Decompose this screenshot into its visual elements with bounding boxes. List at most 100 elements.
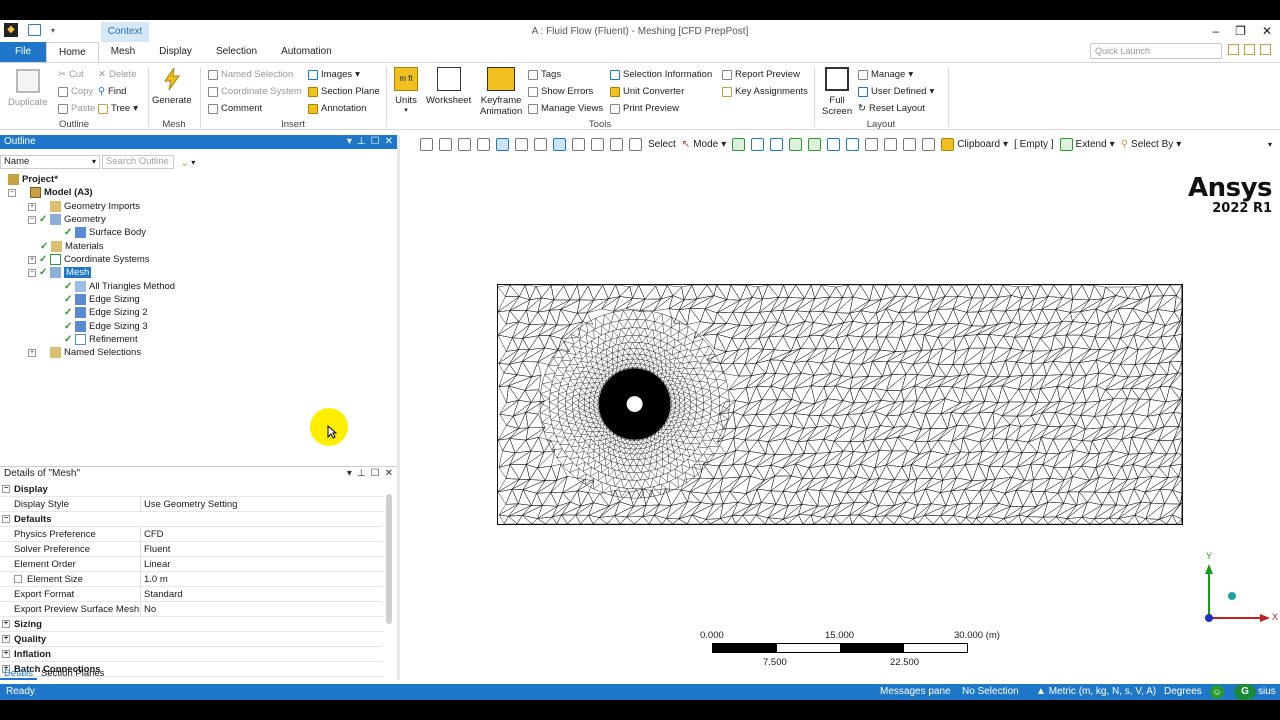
search-outline-input[interactable]: Search Outline [102,155,174,169]
tab-section-planes[interactable]: Section Planes [37,667,108,680]
face-select-icon[interactable] [770,137,784,151]
details-value[interactable]: Use Geometry Setting [141,499,237,510]
keyframe-animation-button[interactable]: Keyframe Animation [480,67,522,117]
feedback-icon[interactable] [1260,44,1271,55]
extend-button[interactable]: Extend ▾ [1059,137,1115,151]
details-row[interactable]: Solver Preference Fluent [0,541,383,557]
details-scrollbar[interactable] [386,494,392,624]
tree-node-geometry[interactable]: − ✓ Geometry [28,213,106,226]
comment-button[interactable]: Comment [208,103,262,114]
tree-node-materials[interactable]: ✓ Materials [40,240,104,253]
details-value[interactable]: No [141,604,156,615]
details-value[interactable]: CFD [141,529,164,540]
tab-mesh[interactable]: Mesh [99,42,147,62]
collapse-icon[interactable]: − [2,485,10,493]
tree-node-edge-sizing-3[interactable]: ✓ Edge Sizing 3 [64,320,148,333]
zoom-icon[interactable] [420,137,433,151]
units-status[interactable]: ▲ Metric (m, kg, N, s, V, A) [1036,684,1156,700]
section-plane-button[interactable]: Section Plane [308,86,380,97]
tree-node-model[interactable]: − Model (A3) [8,186,93,199]
generate-button[interactable]: Generate [152,67,192,106]
filter-icon[interactable]: ⌄ [180,156,189,169]
collapse-icon[interactable]: − [2,515,10,523]
pin-icon[interactable]: ⊥ [357,467,366,481]
report-preview-button[interactable]: Report Preview [722,69,800,80]
paste-button[interactable]: Paste [58,103,95,114]
tree-node-edge-sizing-2[interactable]: ✓ Edge Sizing 2 [64,306,148,319]
messages-pane-button[interactable]: Messages pane [880,684,951,700]
worksheet-button[interactable]: Worksheet [426,67,471,106]
details-value[interactable]: Standard [141,589,183,600]
details-value[interactable]: Linear [141,559,170,570]
tab-display[interactable]: Display [147,42,204,62]
zoom-out-icon[interactable] [439,137,452,151]
snap-icon[interactable] [903,137,917,151]
tree-button[interactable]: Tree ▾ [98,103,138,114]
details-row[interactable]: Export Preview Surface Mesh No [0,601,383,617]
pan-icon[interactable] [553,137,566,151]
filter-options-icon[interactable]: ▾ [191,158,195,167]
tree-node-mesh[interactable]: − ✓ Mesh [28,266,92,279]
select-by-button[interactable]: ⚲ Select By ▾ [1121,139,1182,150]
cut-button[interactable]: ✂ Cut [58,69,84,80]
user-defined-button[interactable]: User Defined ▾ [858,86,934,97]
select-button[interactable]: Select [648,139,676,150]
tab-file[interactable]: File [0,42,46,62]
units-button[interactable]: m ft Units ▾ [394,67,418,114]
full-screen-button[interactable]: Full Screen [822,67,852,117]
show-errors-button[interactable]: Show Errors [528,86,593,97]
reset-layout-button[interactable]: ↻ Reset Layout [858,103,925,114]
name-filter-select[interactable]: Name ▾ [0,155,100,169]
expand-icon[interactable]: + [2,620,10,628]
annotation-button[interactable]: Annotation [308,103,366,114]
tree-node-surface-body[interactable]: ✓ Surface Body [64,226,146,239]
minimize-icon[interactable]: – [1212,24,1219,38]
details-value[interactable]: Fluent [141,544,170,555]
expand-icon[interactable]: + [2,650,10,658]
manage-views-button[interactable]: Manage Views [528,103,603,114]
details-row[interactable]: Export Format Standard [0,586,383,602]
pin-icon[interactable]: ⊥ [357,135,366,149]
mesh-viewport[interactable] [497,284,1183,525]
edge-select-icon[interactable] [751,137,765,151]
tab-home[interactable]: Home [46,42,99,62]
details-row[interactable]: Display Style Use Geometry Setting [0,496,383,512]
rotate-icon[interactable] [534,137,547,151]
collapse-icon[interactable]: − [28,268,36,277]
details-category[interactable]: + Quality [0,632,383,647]
selection-information-button[interactable]: Selection Information [610,69,712,80]
tree-node-geometry-imports[interactable]: + Geometry Imports [28,200,140,213]
tree-node-all-triangles-method[interactable]: ✓ All Triangles Method [64,280,175,293]
element-size-checkbox[interactable] [14,574,22,583]
maximize-icon[interactable]: ☐ [371,467,380,481]
expand-icon[interactable]: + [28,202,36,211]
clipboard-button[interactable]: Clipboard ▾ [941,137,1008,151]
key-assignments-button[interactable]: Key Assignments [722,86,808,97]
tab-automation[interactable]: Automation [269,42,344,62]
mode-button[interactable]: ↖ Mode ▾ [682,139,726,150]
close-icon[interactable]: ✕ [1262,24,1272,38]
sparkle-icon[interactable] [884,137,898,151]
tab-selection[interactable]: Selection [204,42,269,62]
expand-icon[interactable]: + [28,348,36,357]
copy-button[interactable]: Copy [58,86,93,97]
close-icon[interactable]: ✕ [385,135,393,149]
collapse-icon[interactable]: − [8,188,16,197]
grammarly-icon[interactable]: G [1234,684,1256,700]
restore-icon[interactable]: ❐ [1235,24,1246,38]
details-category[interactable]: + Inflation [0,647,383,662]
maximize-icon[interactable]: ☐ [371,135,380,149]
tree-node-refinement[interactable]: ✓ Refinement [64,333,138,346]
duplicate-button[interactable]: Duplicate [8,69,48,108]
collapse-ribbon-icon[interactable] [1228,44,1239,55]
body-select-icon[interactable] [789,137,803,151]
expand-selection-icon[interactable] [922,137,936,151]
dropdown-icon[interactable]: ▾ [347,135,352,149]
magnifier-icon[interactable] [629,137,642,151]
collapse-icon[interactable]: − [28,215,36,224]
zoom-box-icon[interactable] [572,137,585,151]
details-row[interactable]: Element Size 1.0 m [0,571,383,587]
manage-button[interactable]: Manage ▾ [858,69,913,80]
find-button[interactable]: ⚲ Find [98,86,126,97]
tags-button[interactable]: Tags [528,69,561,80]
